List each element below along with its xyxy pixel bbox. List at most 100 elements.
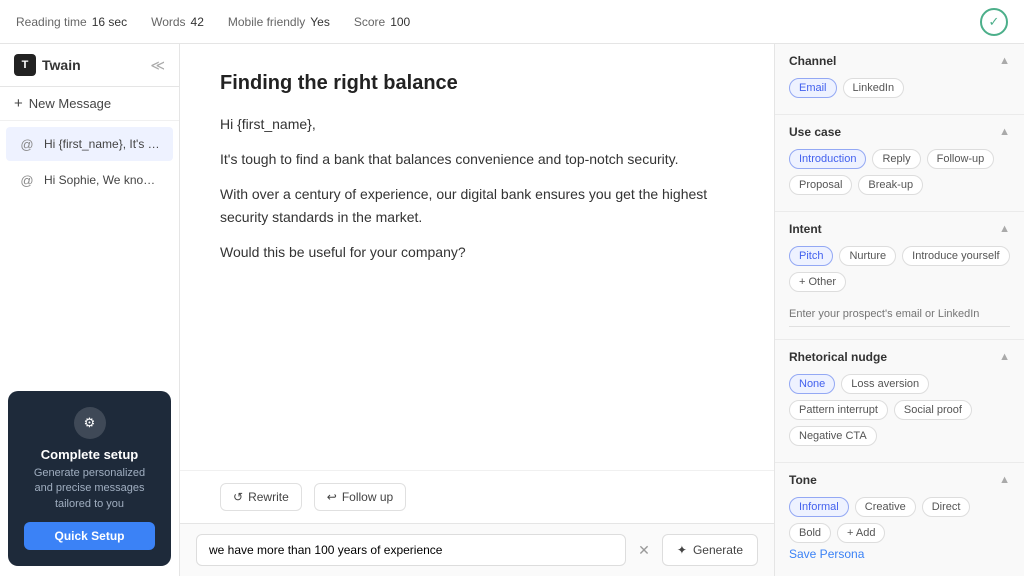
collapse-icon[interactable]: ≪ bbox=[150, 57, 165, 74]
channel-chevron-icon: ▲ bbox=[999, 55, 1010, 67]
intent-prospect-input[interactable] bbox=[789, 302, 1010, 327]
channel-header[interactable]: Channel ▲ bbox=[775, 44, 1024, 74]
new-message-button[interactable]: + New Message bbox=[0, 87, 179, 121]
new-message-label: New Message bbox=[29, 96, 111, 111]
intent-body: Pitch Nurture Introduce yourself + Other bbox=[775, 242, 1024, 339]
editor-para-1: It's tough to find a bank that balances … bbox=[220, 148, 734, 171]
message-icon-0: @ bbox=[18, 135, 36, 153]
rhetorical-nudge-section: Rhetorical nudge ▲ None Loss aversion Pa… bbox=[775, 340, 1024, 463]
rewrite-icon: ↺ bbox=[233, 490, 243, 504]
tone-chevron-icon: ▲ bbox=[999, 474, 1010, 486]
use-case-tags: Introduction Reply Follow-up Proposal Br… bbox=[789, 149, 1010, 195]
follow-up-icon: ↩ bbox=[327, 490, 337, 504]
rhetorical-nudge-header[interactable]: Rhetorical nudge ▲ bbox=[775, 340, 1024, 370]
rhetorical-nudge-chevron-icon: ▲ bbox=[999, 351, 1010, 363]
intent-chevron-icon: ▲ bbox=[999, 223, 1010, 235]
score-stat: Score 100 bbox=[354, 15, 410, 29]
sidebar-item-0[interactable]: @ Hi {first_name}, It's tou... bbox=[6, 127, 173, 161]
use-case-tag-breakup[interactable]: Break-up bbox=[858, 175, 923, 195]
tone-tag-bold[interactable]: Bold bbox=[789, 523, 831, 543]
setup-title: Complete setup bbox=[24, 447, 155, 462]
editor-area: Finding the right balance Hi {first_name… bbox=[180, 44, 774, 576]
intent-header[interactable]: Intent ▲ bbox=[775, 212, 1024, 242]
editor-prompt-input[interactable] bbox=[196, 534, 626, 566]
nudge-tag-loss[interactable]: Loss aversion bbox=[841, 374, 929, 394]
use-case-header[interactable]: Use case ▲ bbox=[775, 115, 1024, 145]
use-case-tag-proposal[interactable]: Proposal bbox=[789, 175, 852, 195]
message-icon-1: @ bbox=[18, 171, 36, 189]
editor-content: Finding the right balance Hi {first_name… bbox=[180, 44, 774, 470]
intent-section: Intent ▲ Pitch Nurture Introduce yoursel… bbox=[775, 212, 1024, 340]
sidebar-item-1[interactable]: @ Hi Sophie, We know wri... bbox=[6, 163, 173, 197]
tone-tag-creative[interactable]: Creative bbox=[855, 497, 916, 517]
mobile-label: Mobile friendly bbox=[228, 15, 305, 29]
reading-time-label: Reading time bbox=[16, 15, 87, 29]
channel-title: Channel bbox=[789, 54, 836, 68]
use-case-tag-reply[interactable]: Reply bbox=[872, 149, 920, 169]
editor-bottom: ✕ ✦ Generate bbox=[180, 523, 774, 576]
mobile-value: Yes bbox=[310, 15, 330, 29]
tone-tag-informal[interactable]: Informal bbox=[789, 497, 849, 517]
channel-tag-linkedin[interactable]: LinkedIn bbox=[843, 78, 905, 98]
sidebar: T Twain ≪ + New Message @ Hi {first_name… bbox=[0, 44, 180, 576]
intent-tag-nurture[interactable]: Nurture bbox=[839, 246, 896, 266]
use-case-chevron-icon: ▲ bbox=[999, 126, 1010, 138]
nudge-tag-none[interactable]: None bbox=[789, 374, 835, 394]
nudge-tag-negative[interactable]: Negative CTA bbox=[789, 426, 877, 446]
rhetorical-nudge-tags: None Loss aversion Pattern interrupt Soc… bbox=[789, 374, 1010, 446]
editor-para-2: With over a century of experience, our d… bbox=[220, 183, 734, 229]
score-check-icon: ✓ bbox=[980, 8, 1008, 36]
tone-title: Tone bbox=[789, 473, 817, 487]
words-value: 42 bbox=[191, 15, 204, 29]
channel-tag-email[interactable]: Email bbox=[789, 78, 837, 98]
use-case-tag-followup[interactable]: Follow-up bbox=[927, 149, 995, 169]
editor-para-0: Hi {first_name}, bbox=[220, 113, 734, 136]
rhetorical-nudge-body: None Loss aversion Pattern interrupt Soc… bbox=[775, 370, 1024, 462]
score-value: 100 bbox=[390, 15, 410, 29]
follow-up-button[interactable]: ↩ Follow up bbox=[314, 483, 406, 511]
tone-tag-direct[interactable]: Direct bbox=[922, 497, 971, 517]
rhetorical-nudge-title: Rhetorical nudge bbox=[789, 350, 887, 364]
save-persona-link[interactable]: Save Persona bbox=[789, 547, 1010, 561]
use-case-body: Introduction Reply Follow-up Proposal Br… bbox=[775, 145, 1024, 211]
plus-icon: + bbox=[14, 95, 23, 112]
channel-tags: Email LinkedIn bbox=[789, 78, 1010, 98]
right-panel: Channel ▲ Email LinkedIn Use case ▲ Intr… bbox=[774, 44, 1024, 576]
editor-actions: ↺ Rewrite ↩ Follow up bbox=[180, 470, 774, 523]
sidebar-item-label-1: Hi Sophie, We know wri... bbox=[44, 173, 161, 187]
intent-tag-pitch[interactable]: Pitch bbox=[789, 246, 833, 266]
channel-body: Email LinkedIn bbox=[775, 74, 1024, 114]
intent-tags: Pitch Nurture Introduce yourself + Other bbox=[789, 246, 1010, 292]
reading-time-stat: Reading time 16 sec bbox=[16, 15, 127, 29]
logo-icon: T bbox=[14, 54, 36, 76]
intent-tag-other[interactable]: + Other bbox=[789, 272, 846, 292]
generate-icon: ✦ bbox=[677, 543, 687, 557]
nudge-tag-pattern[interactable]: Pattern interrupt bbox=[789, 400, 888, 420]
quick-setup-button[interactable]: Quick Setup bbox=[24, 522, 155, 550]
generate-button[interactable]: ✦ Generate bbox=[662, 534, 758, 566]
rewrite-button[interactable]: ↺ Rewrite bbox=[220, 483, 302, 511]
app-name: Twain bbox=[42, 57, 81, 73]
topbar: Reading time 16 sec Words 42 Mobile frie… bbox=[0, 0, 1024, 44]
mobile-stat: Mobile friendly Yes bbox=[228, 15, 330, 29]
clear-input-icon[interactable]: ✕ bbox=[634, 542, 654, 559]
words-stat: Words 42 bbox=[151, 15, 204, 29]
sidebar-header: T Twain ≪ bbox=[0, 44, 179, 87]
nudge-tag-social[interactable]: Social proof bbox=[894, 400, 972, 420]
editor-para-3: Would this be useful for your company? bbox=[220, 241, 734, 264]
use-case-tag-introduction[interactable]: Introduction bbox=[789, 149, 866, 169]
tone-body: Informal Creative Direct Bold + Add Save… bbox=[775, 493, 1024, 576]
sidebar-item-label-0: Hi {first_name}, It's tou... bbox=[44, 137, 161, 151]
tone-tag-add[interactable]: + Add bbox=[837, 523, 885, 543]
editor-title: Finding the right balance bbox=[220, 72, 734, 95]
setup-icon: ⚙ bbox=[74, 407, 106, 439]
setup-card: ⚙ Complete setup Generate personalized a… bbox=[8, 391, 171, 566]
tone-header[interactable]: Tone ▲ bbox=[775, 463, 1024, 493]
tone-tags: Informal Creative Direct Bold + Add bbox=[789, 497, 1010, 543]
main-layout: T Twain ≪ + New Message @ Hi {first_name… bbox=[0, 44, 1024, 576]
tone-section: Tone ▲ Informal Creative Direct Bold + A… bbox=[775, 463, 1024, 576]
score-label: Score bbox=[354, 15, 385, 29]
intent-title: Intent bbox=[789, 222, 822, 236]
sidebar-logo: T Twain bbox=[14, 54, 81, 76]
intent-tag-introduce[interactable]: Introduce yourself bbox=[902, 246, 1009, 266]
